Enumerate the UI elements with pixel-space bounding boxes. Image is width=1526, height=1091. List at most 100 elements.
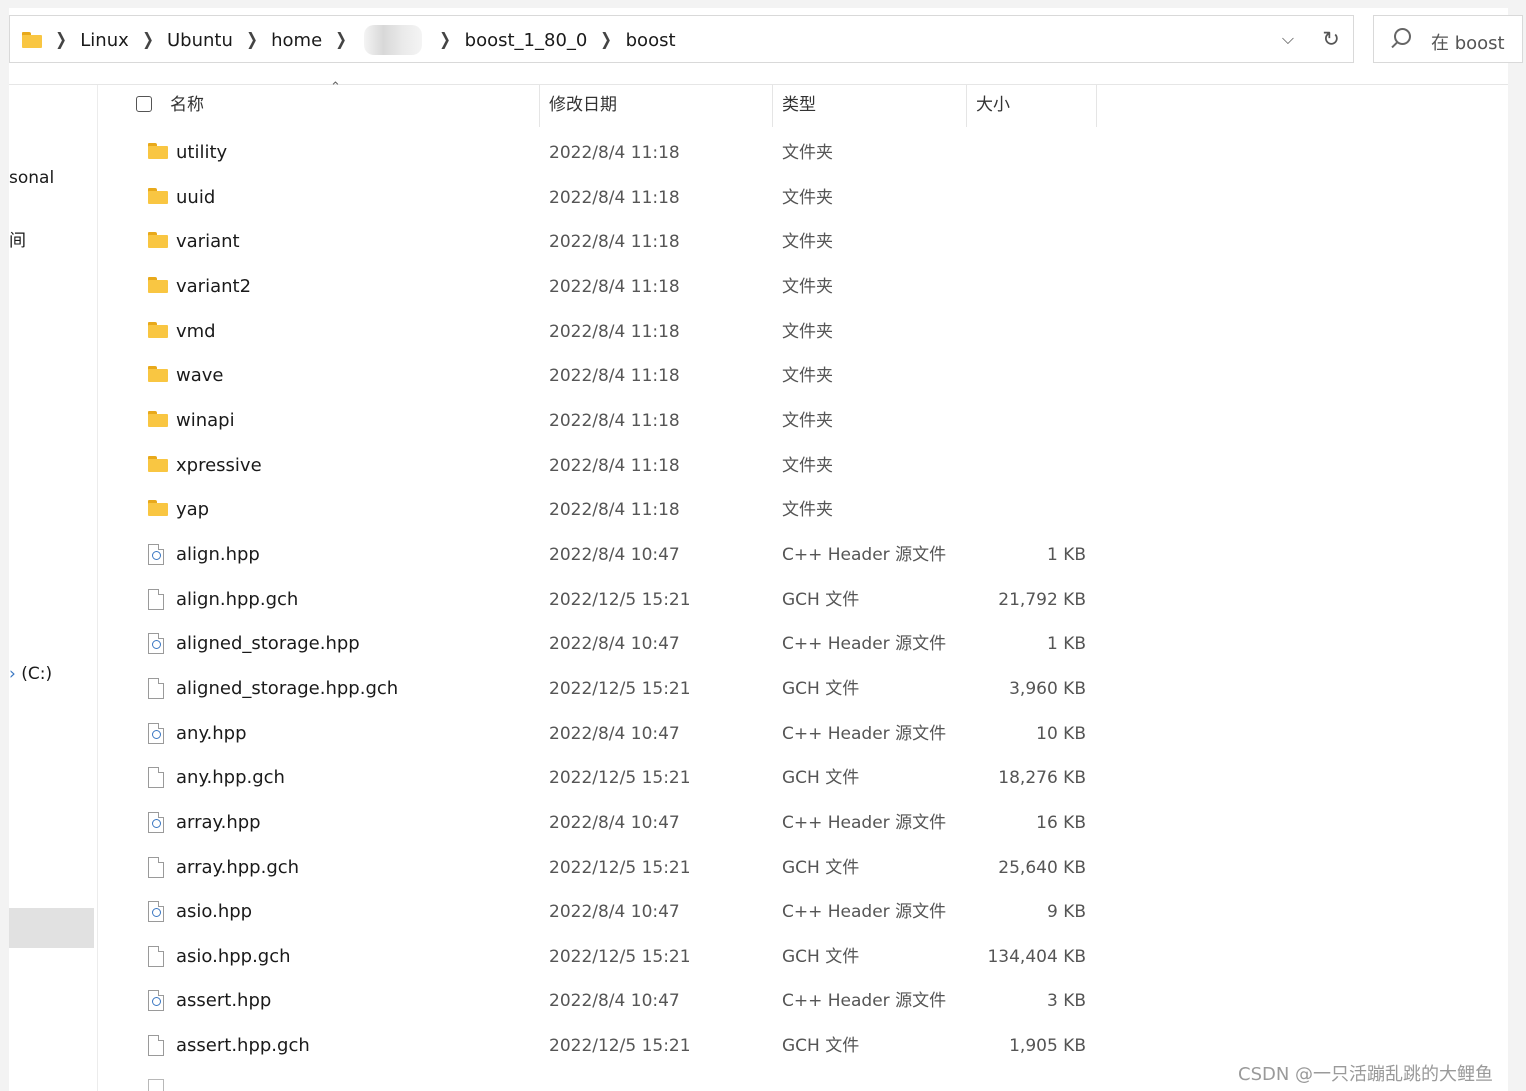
blank-file-icon bbox=[148, 678, 164, 699]
cpp-header-file-icon bbox=[148, 723, 164, 744]
file-name: asio.hpp bbox=[176, 901, 253, 922]
chevron-down-icon[interactable]: ⌵ bbox=[1279, 30, 1297, 48]
file-type: 文件夹 bbox=[782, 232, 833, 252]
file-size bbox=[978, 399, 1086, 443]
file-type: 文件夹 bbox=[782, 143, 833, 163]
blank-file-icon bbox=[148, 857, 164, 878]
file-row[interactable]: aligned_storage.hpp 2022/8/4 10:47 C++ H… bbox=[98, 622, 1098, 666]
file-date: 2022/12/5 15:21 bbox=[549, 1036, 691, 1056]
cpp-badge-icon bbox=[152, 640, 161, 649]
file-type: 文件夹 bbox=[782, 500, 833, 520]
file-row[interactable]: any.hpp 2022/8/4 10:47 C++ Header 源文件 10… bbox=[98, 712, 1098, 756]
folder-icon bbox=[148, 188, 168, 204]
file-name: vmd bbox=[176, 321, 216, 342]
folder-icon bbox=[148, 500, 168, 516]
chevron-right-icon[interactable]: ❯ bbox=[142, 30, 153, 50]
breadcrumb-home[interactable]: home bbox=[271, 30, 322, 51]
cpp-badge-icon bbox=[152, 997, 161, 1006]
search-icon bbox=[1394, 28, 1411, 45]
file-row[interactable]: variant 2022/8/4 11:18 文件夹 bbox=[98, 220, 1098, 264]
file-size: 21,792 KB bbox=[998, 590, 1086, 610]
partial-file-icon bbox=[148, 1079, 164, 1091]
column-divider[interactable] bbox=[1096, 85, 1097, 127]
file-row[interactable]: asio.hpp.gch 2022/12/5 15:21 GCH 文件 134,… bbox=[98, 935, 1098, 979]
file-size: 134,404 KB bbox=[987, 947, 1086, 967]
folder-icon bbox=[148, 143, 168, 159]
file-row[interactable]: array.hpp 2022/8/4 10:47 C++ Header 源文件 … bbox=[98, 801, 1098, 845]
file-row[interactable]: aligned_storage.hpp.gch 2022/12/5 15:21 … bbox=[98, 667, 1098, 711]
file-size bbox=[978, 354, 1086, 398]
select-all-checkbox[interactable] bbox=[136, 96, 152, 112]
file-row[interactable]: asio.hpp 2022/8/4 10:47 C++ Header 源文件 9… bbox=[98, 890, 1098, 934]
file-size: 18,276 KB bbox=[998, 768, 1086, 788]
file-row[interactable]: assert.hpp 2022/8/4 10:47 C++ Header 源文件… bbox=[98, 979, 1098, 1023]
file-size: 1 KB bbox=[1046, 545, 1086, 565]
file-row[interactable]: yap 2022/8/4 11:18 文件夹 bbox=[98, 488, 1098, 532]
file-size: 3,960 KB bbox=[1009, 679, 1086, 699]
nav-item-space[interactable]: 间 bbox=[9, 226, 26, 251]
breadcrumb-boost-1-80-0[interactable]: boost_1_80_0 bbox=[465, 30, 588, 51]
nav-item-drive-c[interactable]: › (C:) bbox=[9, 664, 52, 684]
file-row[interactable]: variant2 2022/8/4 11:18 文件夹 bbox=[98, 265, 1098, 309]
folder-icon bbox=[148, 456, 168, 472]
file-date: 2022/8/4 11:18 bbox=[549, 232, 680, 252]
file-row[interactable]: vmd 2022/8/4 11:18 文件夹 bbox=[98, 310, 1098, 354]
file-size bbox=[978, 176, 1086, 220]
breadcrumb-linux[interactable]: Linux bbox=[80, 30, 129, 51]
file-row[interactable]: utility 2022/8/4 11:18 文件夹 bbox=[98, 131, 1098, 175]
chevron-right-icon[interactable]: ❯ bbox=[336, 30, 347, 50]
file-name: assert.hpp bbox=[176, 990, 272, 1011]
breadcrumb-redacted-user[interactable] bbox=[364, 25, 423, 55]
file-row[interactable]: assert.hpp.gch 2022/12/5 15:21 GCH 文件 1,… bbox=[98, 1024, 1098, 1068]
file-type: GCH 文件 bbox=[782, 1036, 860, 1056]
cpp-header-file-icon bbox=[148, 544, 164, 565]
file-size bbox=[978, 310, 1086, 354]
file-date: 2022/12/5 15:21 bbox=[549, 947, 691, 967]
file-row[interactable]: xpressive 2022/8/4 11:18 文件夹 bbox=[98, 444, 1098, 488]
file-name: aligned_storage.hpp bbox=[176, 633, 360, 654]
breadcrumb-ubuntu[interactable]: Ubuntu bbox=[167, 30, 233, 51]
column-divider[interactable] bbox=[539, 85, 540, 127]
file-type: GCH 文件 bbox=[782, 590, 860, 610]
column-divider[interactable] bbox=[966, 85, 967, 127]
column-header-type[interactable]: 类型 bbox=[782, 85, 816, 127]
address-bar[interactable]: ❯ Linux ❯ Ubuntu ❯ home ❯ ❯ boost_1_80_0… bbox=[9, 15, 1354, 63]
file-date: 2022/8/4 11:18 bbox=[549, 277, 680, 297]
file-name: any.hpp.gch bbox=[176, 767, 285, 788]
column-divider[interactable] bbox=[772, 85, 773, 127]
column-header-name[interactable]: 名称 bbox=[170, 85, 204, 127]
file-row[interactable]: any.hpp.gch 2022/12/5 15:21 GCH 文件 18,27… bbox=[98, 756, 1098, 800]
file-row[interactable]: uuid 2022/8/4 11:18 文件夹 bbox=[98, 176, 1098, 220]
window-right-edge bbox=[1508, 0, 1526, 1091]
chevron-right-icon[interactable]: ❯ bbox=[601, 30, 612, 50]
file-type: C++ Header 源文件 bbox=[782, 545, 947, 565]
column-header-date[interactable]: 修改日期 bbox=[549, 85, 617, 127]
file-row[interactable]: array.hpp.gch 2022/12/5 15:21 GCH 文件 25,… bbox=[98, 846, 1098, 890]
column-header-size[interactable]: 大小 bbox=[976, 85, 1010, 127]
file-name: variant2 bbox=[176, 276, 252, 297]
file-row[interactable]: align.hpp.gch 2022/12/5 15:21 GCH 文件 21,… bbox=[98, 578, 1098, 622]
file-size: 9 KB bbox=[1046, 902, 1086, 922]
file-name: array.hpp.gch bbox=[176, 857, 300, 878]
chevron-right-icon[interactable]: ❯ bbox=[55, 30, 66, 50]
search-box[interactable]: 在 boost bbox=[1373, 15, 1523, 63]
file-type: 文件夹 bbox=[782, 366, 833, 386]
file-row[interactable]: wave 2022/8/4 11:18 文件夹 bbox=[98, 354, 1098, 398]
file-row[interactable]: align.hpp 2022/8/4 10:47 C++ Header 源文件 … bbox=[98, 533, 1098, 577]
file-name: assert.hpp.gch bbox=[176, 1035, 310, 1056]
chevron-right-icon[interactable]: ❯ bbox=[246, 30, 257, 50]
file-name: align.hpp.gch bbox=[176, 589, 299, 610]
refresh-icon[interactable]: ↻ bbox=[1319, 27, 1343, 51]
file-date: 2022/12/5 15:21 bbox=[549, 858, 691, 878]
breadcrumb-boost[interactable]: boost bbox=[626, 30, 676, 51]
file-date: 2022/8/4 10:47 bbox=[549, 724, 680, 744]
file-type: GCH 文件 bbox=[782, 947, 860, 967]
chevron-right-icon[interactable]: ❯ bbox=[440, 30, 451, 50]
file-size bbox=[978, 488, 1086, 532]
nav-selected-item[interactable] bbox=[9, 908, 94, 948]
nav-item-personal[interactable]: sonal bbox=[9, 168, 54, 188]
cpp-badge-icon bbox=[152, 551, 161, 560]
file-row[interactable]: winapi 2022/8/4 11:18 文件夹 bbox=[98, 399, 1098, 443]
file-type: 文件夹 bbox=[782, 411, 833, 431]
file-type: 文件夹 bbox=[782, 277, 833, 297]
